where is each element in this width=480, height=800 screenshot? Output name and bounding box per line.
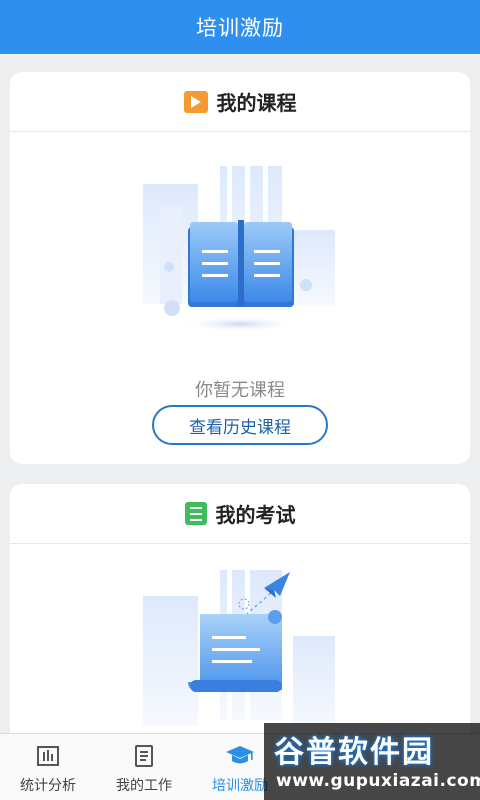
tab-statistics-label: 统计分析 — [20, 778, 76, 794]
app-screen: 培训激励 我的课程 你暂无课程 查看历史课程 我的考试 统计分析 我的工作 培训… — [0, 0, 480, 800]
tab-my-work[interactable]: 我的工作 — [96, 734, 192, 800]
exam-paper-plane-illustration — [143, 570, 335, 726]
watermark-logo: 谷普软件园 www.gupuxiazai.com — [264, 723, 480, 800]
tab-training-incentive-label: 培训激励 — [212, 778, 268, 794]
view-history-courses-button[interactable]: 查看历史课程 — [152, 405, 328, 445]
document-icon — [135, 744, 153, 768]
graduation-cap-icon — [225, 744, 255, 768]
tab-my-work-label: 我的工作 — [116, 778, 172, 794]
page-title: 培训激励 — [196, 16, 284, 40]
list-icon — [184, 502, 207, 525]
my-courses-header: 我的课程 — [10, 72, 470, 132]
top-bar: 培训激励 — [0, 0, 480, 54]
my-exams-header: 我的考试 — [10, 484, 470, 544]
my-courses-title: 我的课程 — [216, 91, 297, 115]
bar-chart-icon — [37, 744, 59, 768]
my-courses-card: 我的课程 你暂无课程 查看历史课程 — [10, 72, 470, 464]
tab-statistics[interactable]: 统计分析 — [0, 734, 96, 800]
open-book-illustration — [143, 166, 335, 332]
play-icon — [183, 90, 208, 113]
watermark-title: 谷普软件园 — [274, 735, 434, 770]
watermark-url: www.gupuxiazai.com — [276, 771, 480, 791]
no-courses-text: 你暂无课程 — [195, 380, 285, 401]
my-exams-title: 我的考试 — [215, 503, 296, 527]
